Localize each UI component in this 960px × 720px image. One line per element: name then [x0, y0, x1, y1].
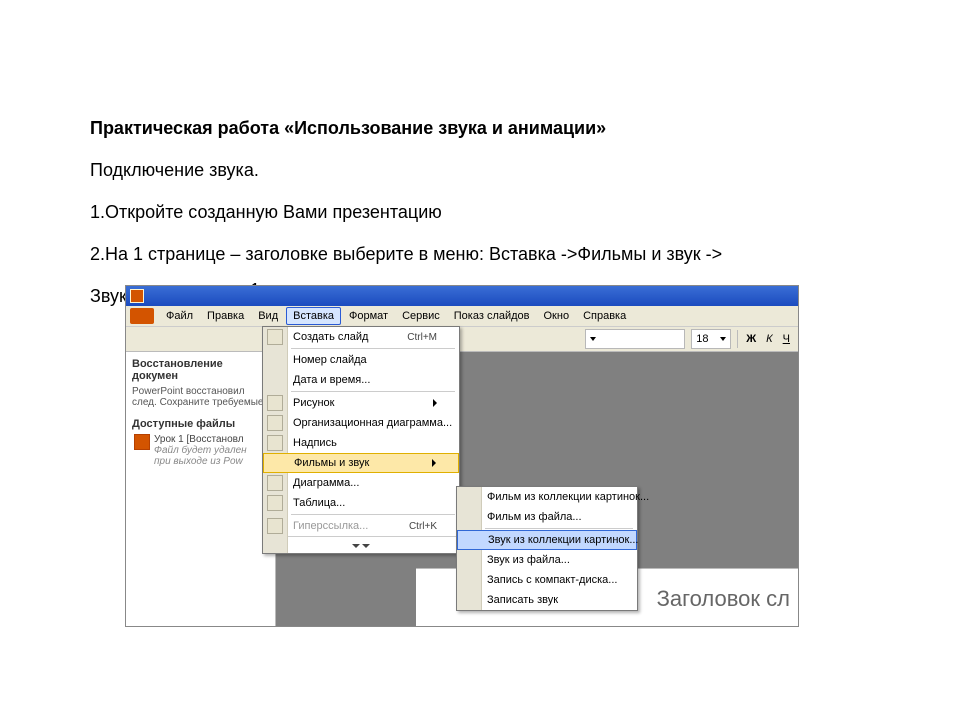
menu-item-label: Таблица...	[293, 497, 345, 509]
menu-item-sound-from-file[interactable]: Звук из файла...	[457, 550, 637, 570]
submenu-arrow-icon	[433, 399, 437, 407]
menu-item-label: Запись с компакт-диска...	[487, 574, 617, 586]
font-size-value: 18	[696, 333, 708, 345]
menu-item-org-chart[interactable]: Организационная диаграмма...	[263, 413, 459, 433]
menu-item-label: Рисунок	[293, 397, 335, 409]
doc-line-1: Подключение звука.	[90, 152, 890, 188]
slide-title-text: Заголовок сл	[657, 586, 790, 612]
menu-expand-chevrons[interactable]	[263, 536, 459, 553]
embedded-screenshot: Файл Правка Вид Вставка Формат Сервис По…	[125, 285, 799, 627]
menu-item-label: Фильм из файла...	[487, 511, 582, 523]
doc-line-2: 1.Откройте созданную Вами презентацию	[90, 194, 890, 230]
menu-item-label: Дата и время...	[293, 374, 370, 386]
app-menu-icon	[130, 308, 154, 324]
menu-item-chart[interactable]: Диаграмма...	[263, 473, 459, 493]
new-slide-icon	[267, 329, 283, 345]
recovered-file-name: Урок 1 [Восстановл	[154, 434, 269, 445]
menu-item-label: Создать слайд	[293, 331, 368, 343]
recovered-file-note-1: Файл будет удален	[154, 445, 269, 456]
menu-item-label: Номер слайда	[293, 354, 367, 366]
menu-item-date-time[interactable]: Дата и время...	[263, 370, 459, 390]
menu-item-movie-from-clipart[interactable]: Фильм из коллекции картинок...	[457, 487, 637, 507]
picture-icon	[267, 395, 283, 411]
hyperlink-icon	[267, 518, 283, 534]
chevron-down-icon	[720, 337, 726, 341]
title-bar	[126, 286, 798, 306]
chevron-down-icon	[590, 337, 596, 341]
menu-item-label: Звук из файла...	[487, 554, 570, 566]
menu-item-hyperlink: Гиперссылка... Ctrl+K	[263, 516, 459, 536]
document-body: Практическая работа «Использование звука…	[0, 0, 960, 314]
menu-item-movies-sound[interactable]: Фильмы и звук	[263, 453, 459, 473]
menu-item-shortcut: Ctrl+M	[407, 332, 437, 343]
menu-item-movie-from-file[interactable]: Фильм из файла...	[457, 507, 637, 527]
menu-view[interactable]: Вид	[252, 308, 284, 324]
menu-item-label: Диаграмма...	[293, 477, 359, 489]
movies-sound-submenu: Фильм из коллекции картинок... Фильм из …	[456, 486, 638, 611]
toolbar-separator	[737, 330, 738, 348]
font-name-dropdown[interactable]	[585, 329, 685, 349]
menu-format[interactable]: Формат	[343, 308, 394, 324]
menu-item-record-sound[interactable]: Записать звук	[457, 590, 637, 610]
menu-tools[interactable]: Сервис	[396, 308, 446, 324]
bold-button[interactable]: Ж	[744, 333, 758, 345]
menu-item-label: Надпись	[293, 437, 337, 449]
recovered-file-note-2: при выходе из Pow	[154, 456, 269, 467]
pane-heading-2: Доступные файлы	[132, 418, 269, 430]
menu-item-label: Звук из коллекции картинок...	[488, 534, 639, 546]
recovered-file-item[interactable]: Урок 1 [Восстановл Файл будет удален при…	[132, 434, 269, 467]
menu-file[interactable]: Файл	[160, 308, 199, 324]
document-recovery-pane: Восстановление докумен PowerPoint восста…	[126, 352, 276, 627]
menu-item-shortcut: Ctrl+K	[409, 521, 437, 532]
text-box-icon	[267, 435, 283, 451]
doc-line-3: 2.На 1 странице – заголовке выберите в м…	[90, 236, 890, 272]
menu-window[interactable]: Окно	[538, 308, 576, 324]
menu-item-text-box[interactable]: Надпись	[263, 433, 459, 453]
pane-heading-1: Восстановление докумен	[132, 358, 269, 382]
org-chart-icon	[267, 415, 283, 431]
menu-item-new-slide[interactable]: Создать слайд Ctrl+M	[263, 327, 459, 347]
menu-item-table[interactable]: Таблица...	[263, 493, 459, 513]
insert-menu-dropdown: Создать слайд Ctrl+M Номер слайда Дата и…	[262, 326, 460, 554]
menu-item-sound-from-clipart[interactable]: Звук из коллекции картинок...	[457, 530, 637, 550]
italic-button[interactable]: К	[764, 333, 774, 345]
chart-icon	[267, 475, 283, 491]
menu-item-label: Гиперссылка...	[293, 520, 368, 532]
menu-item-label: Организационная диаграмма...	[293, 417, 452, 429]
menu-item-label: Фильмы и звук	[294, 457, 369, 469]
submenu-arrow-icon	[432, 459, 436, 467]
font-size-dropdown[interactable]: 18	[691, 329, 731, 349]
table-icon	[267, 495, 283, 511]
menu-item-label: Фильм из коллекции картинок...	[487, 491, 649, 503]
menu-bar: Файл Правка Вид Вставка Формат Сервис По…	[126, 306, 798, 327]
pane-text: PowerPoint восстановил след. Сохраните т…	[132, 386, 269, 408]
menu-edit[interactable]: Правка	[201, 308, 250, 324]
menu-item-slide-number[interactable]: Номер слайда	[263, 350, 459, 370]
menu-slideshow[interactable]: Показ слайдов	[448, 308, 536, 324]
menu-item-label: Записать звук	[487, 594, 558, 606]
formatting-toolbar: 18 Ж К Ч	[126, 327, 798, 352]
app-icon	[130, 289, 144, 303]
menu-insert[interactable]: Вставка	[286, 307, 341, 325]
menu-help[interactable]: Справка	[577, 308, 632, 324]
menu-item-cd-audio[interactable]: Запись с компакт-диска...	[457, 570, 637, 590]
doc-title: Практическая работа «Использование звука…	[90, 110, 890, 146]
menu-item-picture[interactable]: Рисунок	[263, 393, 459, 413]
underline-button[interactable]: Ч	[781, 333, 792, 345]
